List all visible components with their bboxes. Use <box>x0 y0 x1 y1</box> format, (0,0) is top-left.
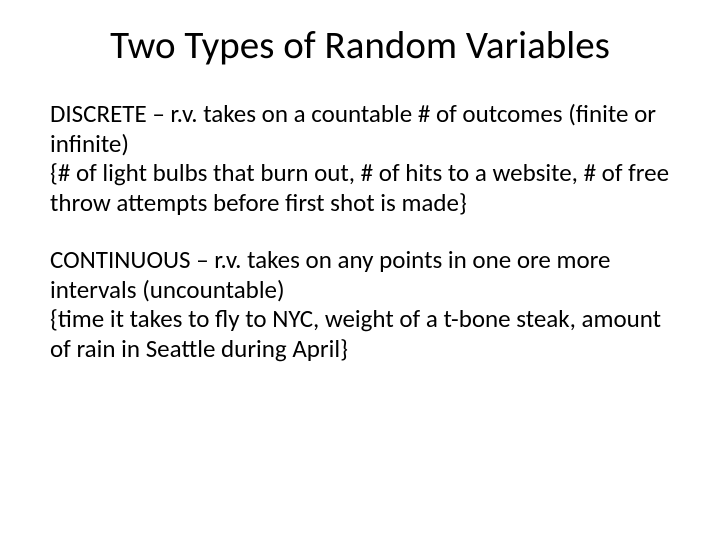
continuous-examples: {time it takes to fly to NYC, weight of … <box>50 304 670 363</box>
discrete-section: DISCRETE – r.v. takes on a countable # o… <box>50 99 670 217</box>
slide-body: DISCRETE – r.v. takes on a countable # o… <box>50 99 670 363</box>
slide-title: Two Types of Random Variables <box>50 22 670 69</box>
discrete-examples: {# of light bulbs that burn out, # of hi… <box>50 158 670 217</box>
discrete-definition: DISCRETE – r.v. takes on a countable # o… <box>50 99 670 158</box>
slide: Two Types of Random Variables DISCRETE –… <box>0 0 720 540</box>
continuous-definition: CONTINUOUS – r.v. takes on any points in… <box>50 245 670 304</box>
continuous-section: CONTINUOUS – r.v. takes on any points in… <box>50 245 670 363</box>
